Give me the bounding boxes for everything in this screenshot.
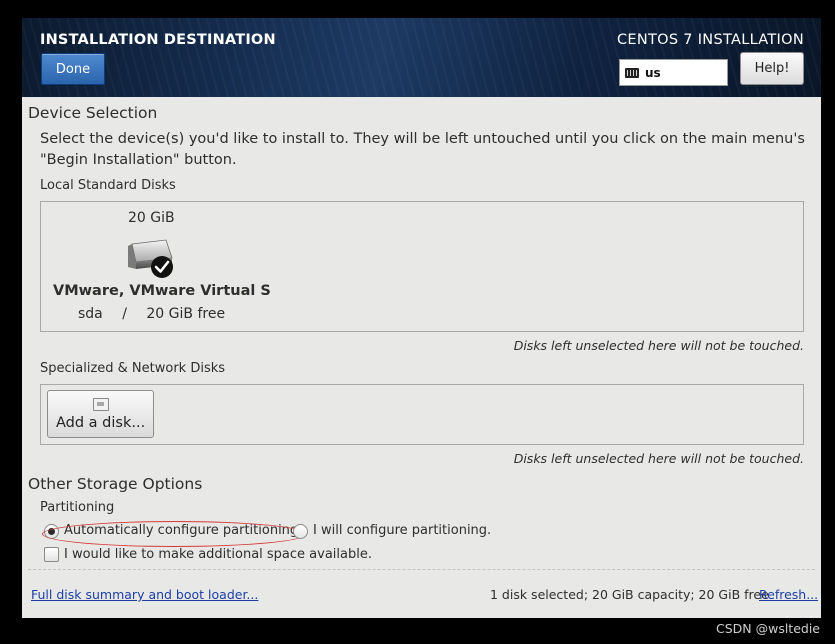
manual-partitioning-label[interactable]: I will configure partitioning.: [313, 523, 491, 538]
hard-disk-selected-icon: [128, 239, 173, 278]
watermark: CSDN @wsltedie: [715, 621, 820, 636]
manual-partitioning-radio[interactable]: [293, 524, 308, 539]
help-button[interactable]: Help!: [740, 52, 804, 85]
keyboard-layout-label: us: [645, 65, 661, 80]
disk-summary-link[interactable]: Full disk summary and boot loader...: [31, 587, 258, 602]
done-button[interactable]: Done: [41, 53, 105, 85]
disk-device: sda: [78, 306, 103, 322]
page-title: INSTALLATION DESTINATION: [40, 32, 276, 48]
annotation-ellipse: [42, 521, 307, 547]
header-bar: INSTALLATION DESTINATION CENTOS 7 INSTAL…: [22, 18, 821, 97]
disk-free-space: 20 GiB free: [146, 306, 226, 322]
local-disks-note: Disks left unselected here will not be t…: [513, 338, 804, 353]
specialized-disks-panel: [40, 384, 804, 445]
disk-icon: [93, 398, 109, 411]
keyboard-layout-indicator[interactable]: us: [619, 59, 728, 86]
installer-window: INSTALLATION DESTINATION CENTOS 7 INSTAL…: [22, 18, 821, 618]
specialized-disks-note: Disks left unselected here will not be t…: [513, 451, 804, 466]
disk-separator: /: [122, 306, 127, 322]
instructions-line-1: Select the device(s) you'd like to insta…: [40, 131, 805, 147]
partitioning-heading: Partitioning: [40, 500, 115, 515]
disk-name: VMware, VMware Virtual S: [53, 283, 271, 299]
other-storage-heading: Other Storage Options: [28, 475, 203, 493]
footer-divider: [28, 569, 815, 570]
device-selection-heading: Device Selection: [28, 104, 158, 122]
instructions-line-2: "Begin Installation" button.: [40, 152, 237, 168]
selection-summary: 1 disk selected; 20 GiB capacity; 20 GiB…: [490, 587, 769, 602]
specialized-disks-heading: Specialized & Network Disks: [40, 361, 226, 376]
additional-space-label[interactable]: I would like to make additional space av…: [64, 547, 372, 562]
product-name: CENTOS 7 INSTALLATION: [616, 32, 804, 48]
local-disks-heading: Local Standard Disks: [40, 178, 176, 193]
disk-size: 20 GiB: [128, 210, 175, 226]
add-disk-button[interactable]: Add a disk...: [47, 390, 154, 438]
refresh-link[interactable]: Refresh...: [759, 587, 818, 602]
disk-details: sda / 20 GiB free: [78, 306, 225, 322]
add-disk-label: Add a disk...: [56, 415, 146, 431]
keyboard-icon: [625, 67, 639, 78]
additional-space-checkbox[interactable]: [44, 547, 59, 562]
